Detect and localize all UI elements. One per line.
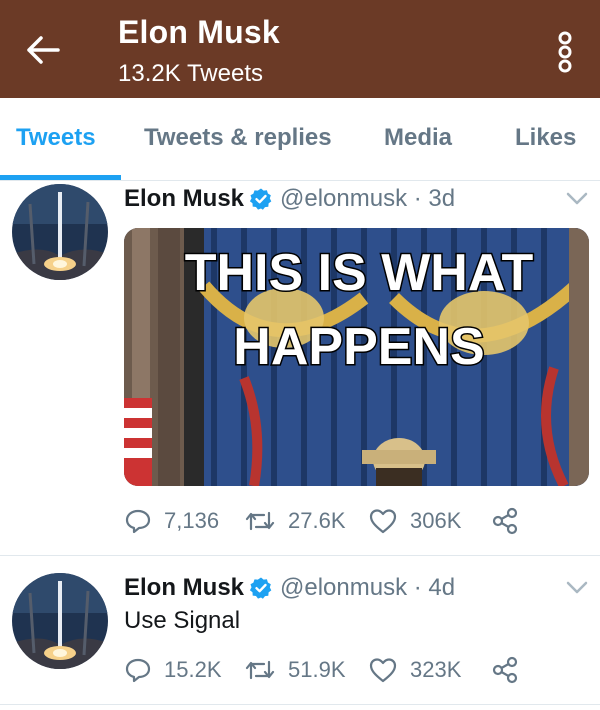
retweet-button[interactable]: 27.6K — [244, 505, 346, 537]
author-handle: @elonmusk · 3d — [280, 185, 456, 212]
reply-count: 7,136 — [164, 508, 220, 533]
verified-badge-icon — [249, 188, 272, 210]
retweet-icon — [245, 660, 275, 680]
reply-icon — [125, 658, 151, 683]
verified-badge-icon — [249, 577, 272, 599]
chevron-down-icon[interactable] — [566, 581, 588, 595]
page-title: Elon Musk — [118, 14, 280, 50]
tab-likes[interactable]: Likes — [515, 124, 576, 152]
like-button[interactable]: 306K — [368, 505, 461, 537]
retweet-count: 27.6K — [288, 508, 346, 533]
like-button[interactable]: 323K — [368, 654, 461, 686]
more-vertical-icon[interactable] — [548, 30, 582, 74]
author-handle: @elonmusk · 4d — [280, 574, 456, 601]
tweet-count: 13.2K Tweets — [118, 60, 263, 87]
tab-media[interactable]: Media — [384, 124, 452, 152]
tweet-divider — [0, 704, 600, 705]
retweet-icon — [245, 511, 275, 531]
meme-caption-line2: HAPPENS — [233, 318, 484, 376]
share-icon[interactable] — [491, 656, 519, 684]
author-name[interactable]: Elon Musk — [124, 574, 244, 602]
profile-header: Elon Musk 13.2K Tweets — [0, 0, 600, 98]
tab-tweets[interactable]: Tweets — [16, 124, 96, 152]
like-count: 323K — [410, 657, 462, 682]
profile-tabs: Tweets Tweets & replies Media Likes — [0, 98, 600, 181]
meme-caption-line1: THIS IS WHAT — [185, 244, 534, 302]
active-tab-indicator — [0, 175, 121, 180]
heart-icon — [369, 509, 397, 534]
chevron-down-icon[interactable] — [566, 192, 588, 206]
reply-icon — [125, 509, 151, 534]
share-icon[interactable] — [491, 507, 519, 535]
arrow-left-icon[interactable] — [22, 30, 62, 70]
avatar[interactable] — [12, 184, 108, 280]
reply-count: 15.2K — [164, 657, 222, 682]
reply-button[interactable]: 7,136 — [124, 505, 219, 537]
retweet-button[interactable]: 51.9K — [244, 654, 346, 686]
author-name[interactable]: Elon Musk — [124, 185, 244, 213]
retweet-count: 51.9K — [288, 657, 346, 682]
like-count: 306K — [410, 508, 462, 533]
tweet-text: Use Signal — [124, 607, 241, 634]
reply-button[interactable]: 15.2K — [124, 654, 222, 686]
tab-tweets-replies[interactable]: Tweets & replies — [144, 124, 332, 152]
avatar[interactable] — [12, 573, 108, 669]
tweet-divider — [0, 555, 600, 556]
tweet-media-image[interactable]: THIS IS WHAT HAPPENS — [124, 228, 589, 486]
heart-icon — [369, 658, 397, 683]
